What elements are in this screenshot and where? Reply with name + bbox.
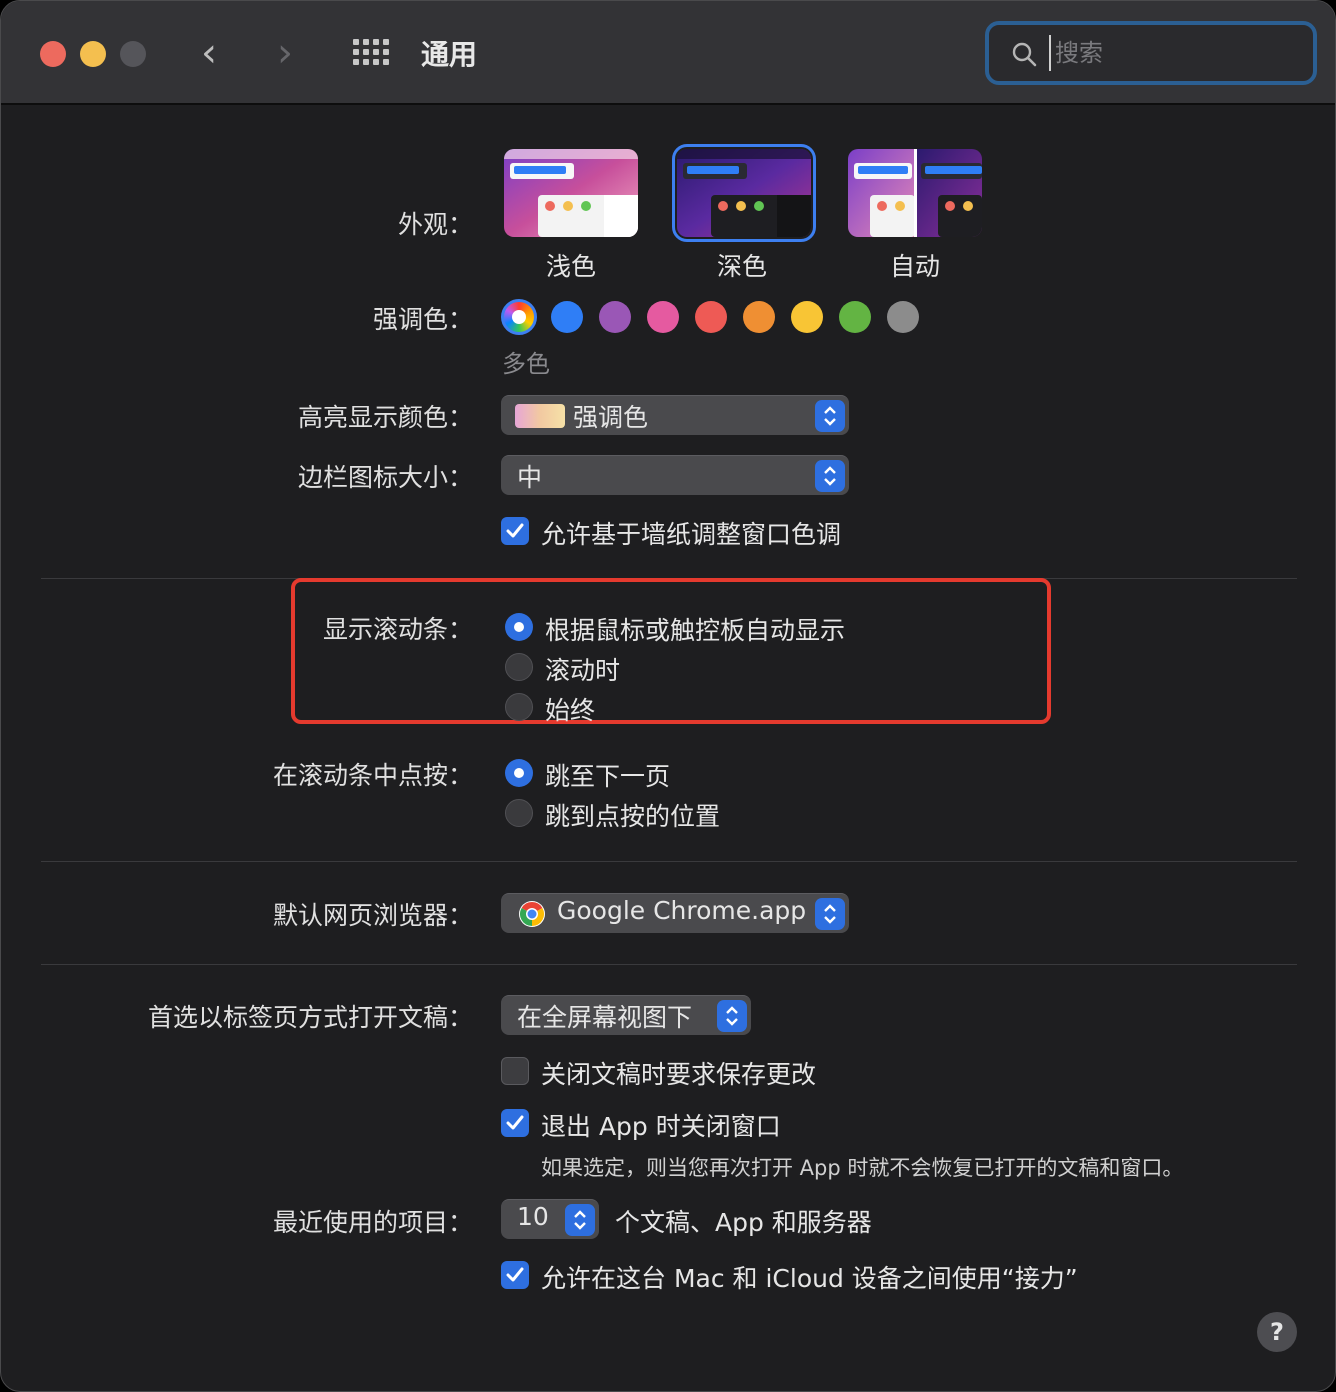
appearance-auto-thumbnail[interactable]: [848, 149, 982, 237]
scrollbars-always-radio[interactable]: [505, 693, 533, 721]
highlight-color-popup[interactable]: 强调色: [501, 395, 849, 435]
search-field[interactable]: [985, 21, 1317, 85]
wallpaper-tint-checkbox[interactable]: [501, 517, 529, 545]
section-divider: [41, 861, 1297, 862]
accent-swatch-multicolor[interactable]: [501, 299, 537, 335]
recent-items-suffix: 个文稿、App 和服务器: [615, 1208, 872, 1237]
accent-color-label: 强调色：: [372, 305, 473, 334]
window-title: 通用: [421, 38, 478, 71]
preferences-window: ‹ › 通用 外观：: [0, 0, 1336, 1392]
appearance-dark-label: 深色: [716, 252, 767, 281]
appearance-label: 外观：: [397, 210, 473, 239]
handoff-checkbox[interactable]: [501, 1261, 529, 1289]
accent-selected-name: 多色: [502, 350, 550, 378]
checkmark-icon: [506, 1115, 524, 1130]
search-input[interactable]: [1049, 35, 1299, 71]
popup-stepper-icon: [717, 1000, 747, 1032]
click-jump-spot-label: 跳到点按的位置: [545, 802, 721, 831]
default-browser-label: 默认网页浏览器：: [272, 901, 473, 930]
click-jump-spot-radio[interactable]: [505, 799, 533, 827]
prefer-tabs-label: 首选以标签页方式打开文稿：: [147, 1003, 473, 1032]
popup-stepper-icon: [815, 400, 845, 432]
prefer-tabs-value: 在全屏幕视图下: [517, 1003, 693, 1032]
zoom-window-button[interactable]: [120, 41, 146, 67]
close-windows-checkbox[interactable]: [501, 1109, 529, 1137]
accent-swatch-purple[interactable]: [599, 301, 631, 333]
default-browser-popup[interactable]: Google Chrome.app: [501, 893, 849, 933]
accent-swatch-pink[interactable]: [647, 301, 679, 333]
highlight-color-value: 强调色: [573, 403, 649, 432]
section-divider: [41, 964, 1297, 965]
search-icon: [1012, 42, 1037, 67]
accent-swatch-graphite[interactable]: [887, 301, 919, 333]
default-browser-value: Google Chrome.app: [557, 896, 807, 925]
sidebar-icon-size-popup[interactable]: 中: [501, 455, 849, 495]
close-windows-label: 退出 App 时关闭窗口: [541, 1112, 781, 1141]
accent-swatch-red[interactable]: [695, 301, 727, 333]
help-button[interactable]: ?: [1257, 1312, 1297, 1352]
scrollbars-auto-label: 根据鼠标或触控板自动显示: [545, 616, 846, 645]
highlight-annotation-box: [291, 578, 1051, 724]
chevron-right-icon[interactable]: ›: [277, 31, 293, 75]
highlight-gradient-swatch: [515, 404, 565, 428]
popup-stepper-icon: [815, 898, 845, 930]
show-scrollbars-label: 显示滚动条：: [322, 615, 473, 644]
accent-swatch-blue[interactable]: [551, 301, 583, 333]
highlight-color-label: 高亮显示颜色：: [297, 403, 473, 432]
click-next-page-radio[interactable]: [505, 759, 533, 787]
recent-items-label: 最近使用的项目：: [272, 1208, 473, 1237]
scrollbars-auto-radio[interactable]: [505, 613, 533, 641]
wallpaper-tint-label: 允许基于墙纸调整窗口色调: [541, 520, 842, 549]
appearance-light-label: 浅色: [545, 252, 596, 281]
scrollbars-always-label: 始终: [545, 696, 596, 725]
appearance-dark-thumbnail[interactable]: [672, 144, 816, 242]
click-next-page-label: 跳至下一页: [545, 762, 671, 791]
checkmark-icon: [506, 1267, 524, 1282]
title-bar: ‹ › 通用: [1, 1, 1335, 105]
close-window-button[interactable]: [40, 41, 66, 67]
recent-items-popup[interactable]: 10: [501, 1199, 599, 1239]
show-all-grid-icon[interactable]: [353, 39, 391, 67]
accent-swatch-orange[interactable]: [743, 301, 775, 333]
close-windows-note: 如果选定，则当您再次打开 App 时就不会恢复已打开的文稿和窗口。: [541, 1156, 1184, 1180]
chevron-left-icon[interactable]: ‹: [201, 31, 217, 75]
click-scrollbar-label: 在滚动条中点按：: [272, 761, 473, 790]
popup-stepper-icon: [565, 1204, 595, 1236]
sidebar-icon-size-value: 中: [517, 463, 543, 492]
handoff-label: 允许在这台 Mac 和 iCloud 设备之间使用“接力”: [541, 1264, 1078, 1293]
checkmark-icon: [506, 523, 524, 538]
ask-save-label: 关闭文稿时要求保存更改: [541, 1060, 817, 1089]
minimize-window-button[interactable]: [80, 41, 106, 67]
sidebar-icon-size-label: 边栏图标大小：: [297, 463, 473, 492]
recent-items-value: 10: [517, 1202, 549, 1231]
prefer-tabs-popup[interactable]: 在全屏幕视图下: [501, 995, 751, 1035]
accent-swatch-yellow[interactable]: [791, 301, 823, 333]
ask-save-checkbox[interactable]: [501, 1057, 529, 1085]
scrollbars-when-scrolling-radio[interactable]: [505, 653, 533, 681]
appearance-auto-label: 自动: [889, 252, 940, 281]
scrollbars-when-scrolling-label: 滚动时: [545, 656, 621, 685]
popup-stepper-icon: [815, 460, 845, 492]
accent-swatch-green[interactable]: [839, 301, 871, 333]
chrome-icon: [519, 901, 545, 927]
appearance-light-thumbnail[interactable]: [504, 149, 638, 237]
